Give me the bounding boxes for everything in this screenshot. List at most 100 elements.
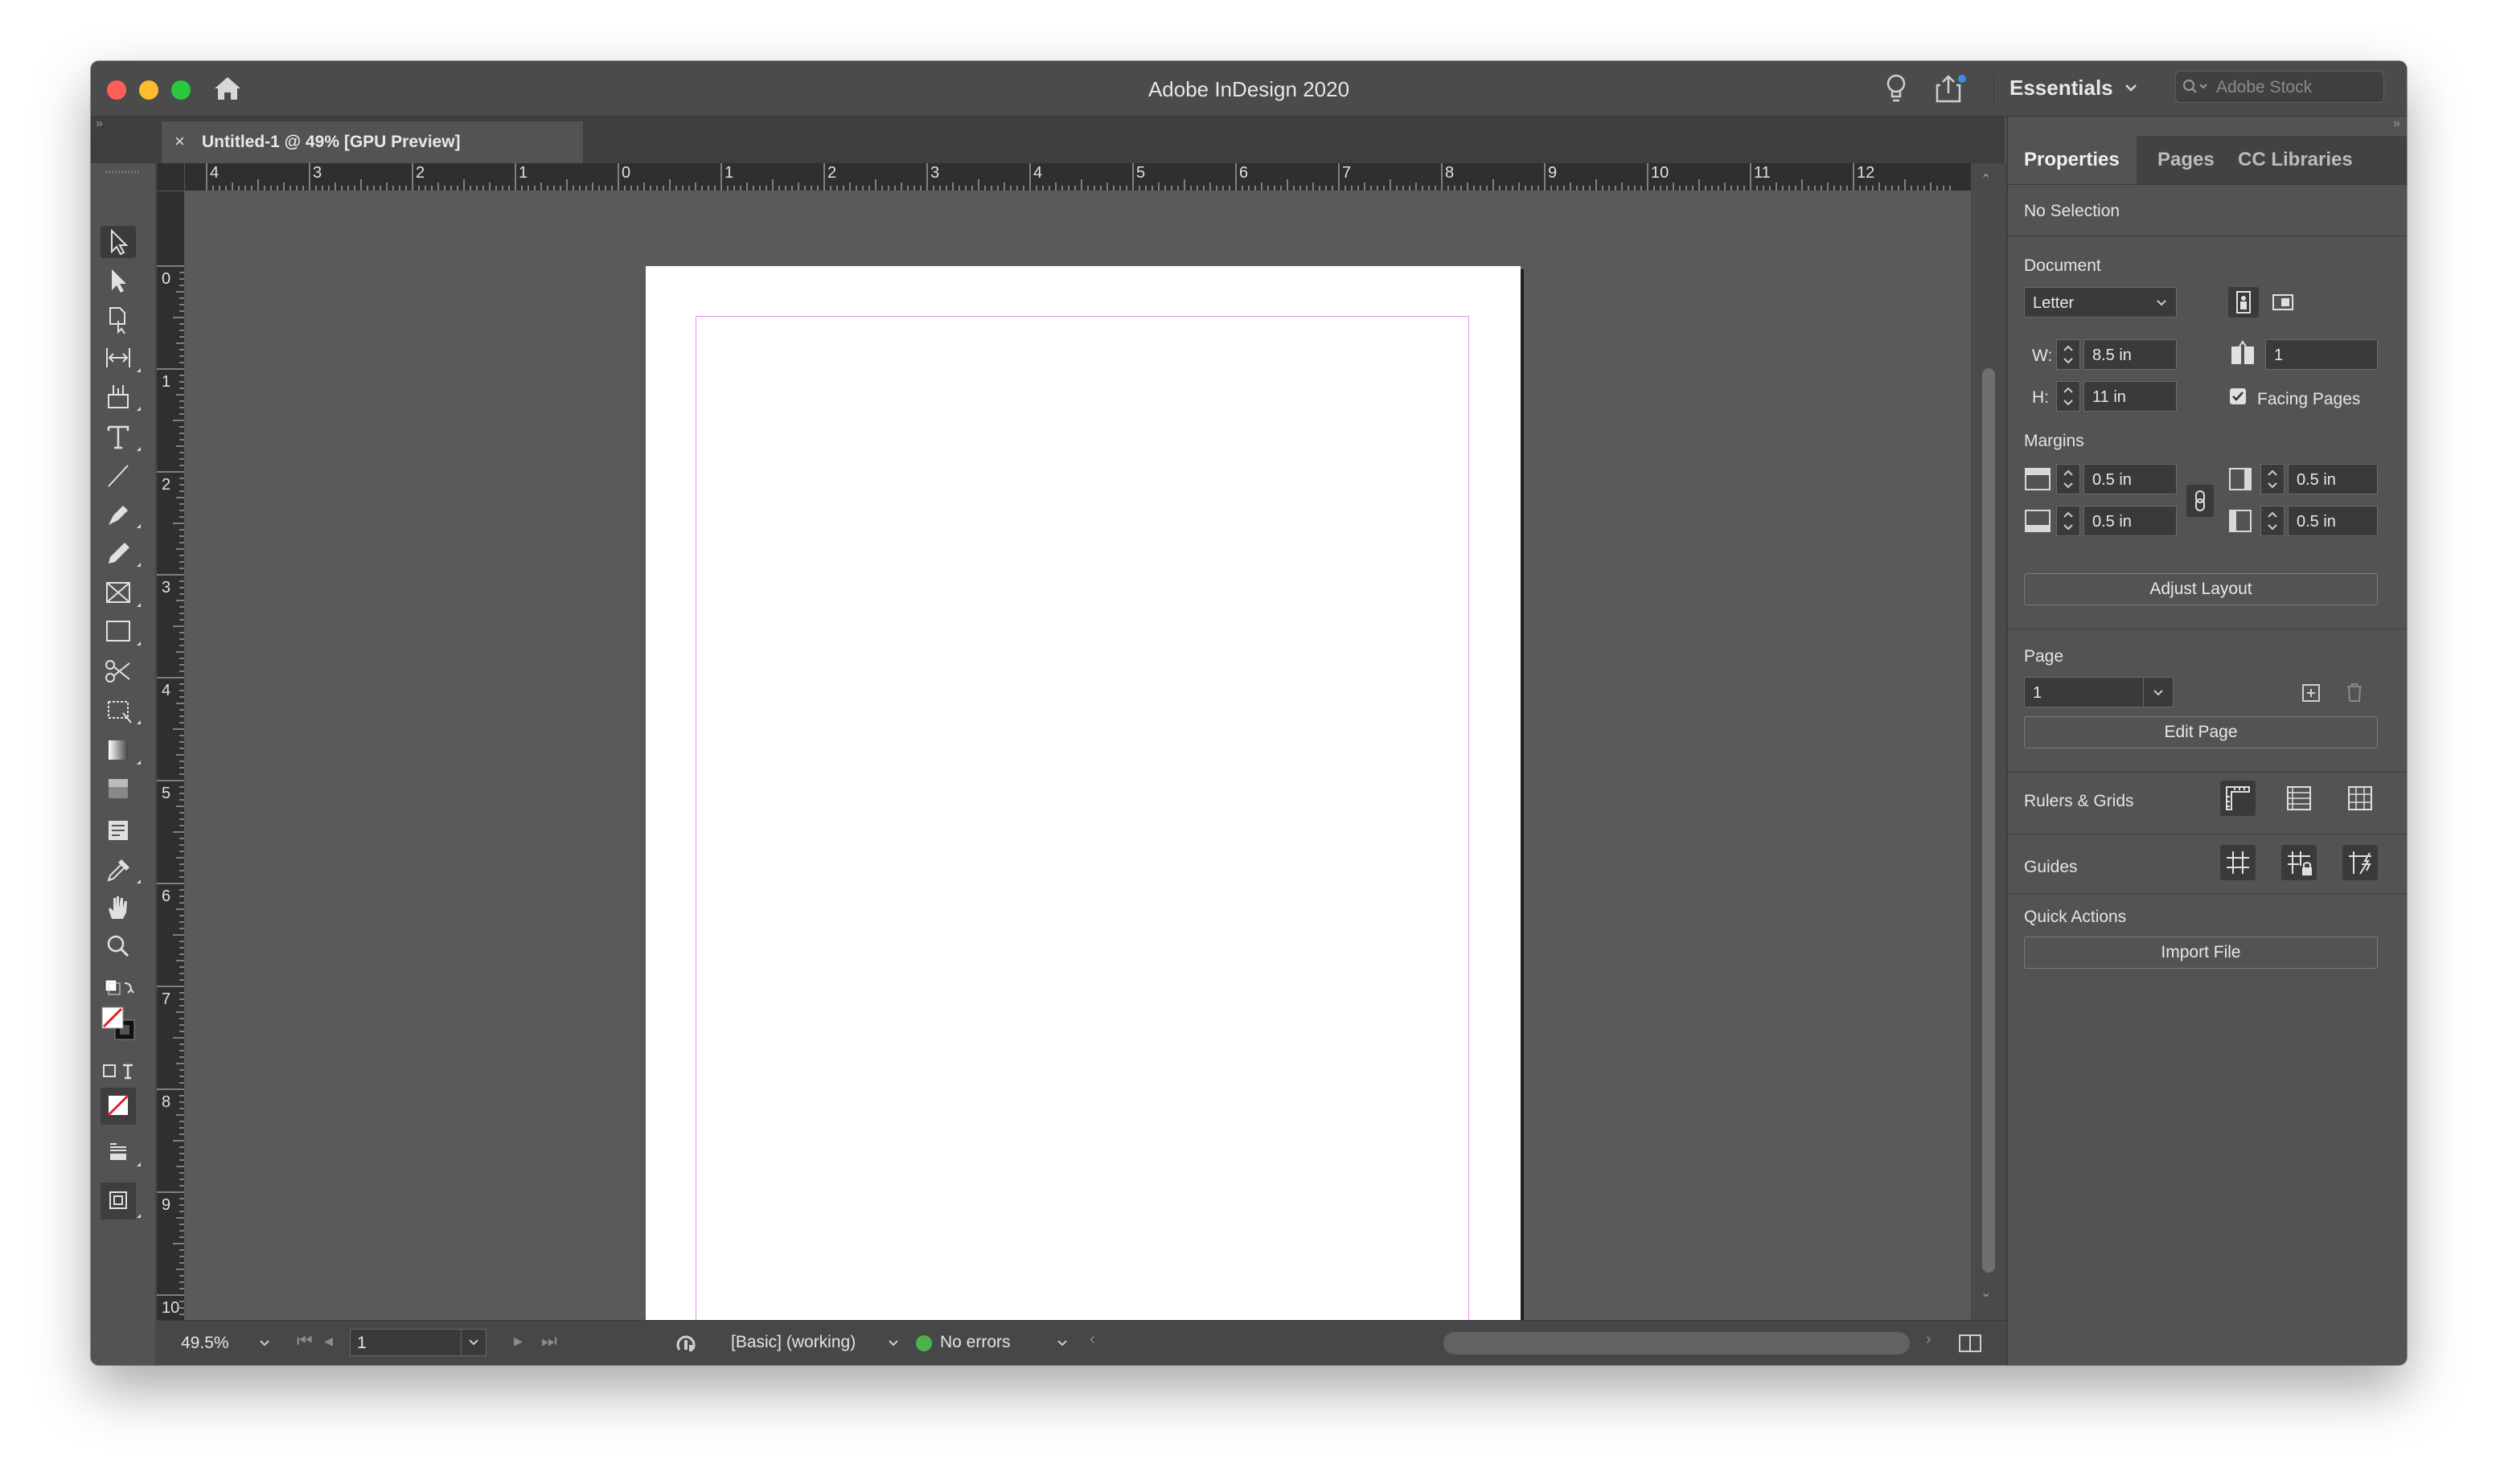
edit-page-button[interactable]: Edit Page [2024, 716, 2378, 748]
fill-stroke-swatch[interactable] [101, 1004, 136, 1049]
link-margins-icon[interactable] [2186, 485, 2214, 517]
landscape-orientation-icon[interactable] [2267, 287, 2297, 318]
last-page-icon[interactable]: ⏭ [541, 1330, 557, 1351]
document-preset-select[interactable]: Letter [2024, 287, 2177, 318]
add-page-icon[interactable] [2301, 683, 2322, 703]
collapse-panel-icon[interactable]: » [2393, 117, 2400, 131]
margin-top-stepper[interactable] [2056, 464, 2080, 494]
gradient-feather-tool[interactable] [101, 773, 136, 805]
lightbulb-icon[interactable] [1882, 72, 1910, 105]
page-count-value: 1 [2274, 346, 2284, 364]
collapse-tools-icon[interactable]: » [96, 117, 103, 131]
rectangle-frame-tool[interactable] [101, 576, 141, 609]
formatting-affects-icon[interactable] [101, 1060, 136, 1083]
line-tool[interactable] [101, 459, 136, 491]
margin-outside-field[interactable]: 0.5 in [2288, 506, 2378, 536]
page-number-field[interactable]: 1 [350, 1329, 486, 1356]
scissors-tool[interactable] [101, 655, 136, 687]
page-tool[interactable] [101, 303, 136, 335]
adjust-layout-button[interactable]: Adjust Layout [2024, 573, 2378, 605]
smart-guides-icon[interactable] [2342, 845, 2378, 880]
height-field[interactable]: 11 in [2083, 381, 2177, 412]
height-stepper[interactable] [2056, 381, 2080, 412]
note-tool[interactable] [101, 814, 136, 847]
ruler-icon[interactable] [2220, 781, 2256, 816]
baseline-grid-icon[interactable] [2281, 781, 2317, 816]
margin-bottom-stepper[interactable] [2056, 506, 2080, 536]
preflight-errors[interactable]: No errors [940, 1333, 1011, 1352]
preflight-profile[interactable]: [Basic] (working) [731, 1333, 856, 1352]
facing-pages-checkbox[interactable] [2230, 388, 2246, 404]
width-stepper[interactable] [2056, 339, 2080, 370]
document-grid-icon[interactable] [2342, 781, 2378, 816]
page-select[interactable]: 1 [2024, 677, 2174, 707]
margin-outside-stepper[interactable] [2260, 506, 2285, 536]
split-window-icon[interactable] [1958, 1332, 1982, 1355]
import-file-button[interactable]: Import File [2024, 937, 2378, 969]
ruler-origin-corner[interactable] [157, 163, 185, 191]
tab-pages[interactable]: Pages [2157, 149, 2215, 171]
tab-cc-libraries[interactable]: CC Libraries [2238, 149, 2353, 171]
screen-mode-icon[interactable] [101, 1136, 141, 1168]
section-divider [2008, 771, 2407, 773]
tab-properties[interactable]: Properties [2024, 149, 2120, 171]
margin-top-value: 0.5 in [2092, 471, 2132, 489]
margin-inside-stepper[interactable] [2260, 464, 2285, 494]
zoom-level[interactable]: 49.5% [181, 1334, 229, 1353]
previous-page-icon[interactable]: ◂ [324, 1330, 333, 1351]
workspace-switcher[interactable]: Essentials [2010, 76, 2113, 100]
eyedropper-tool[interactable] [101, 853, 141, 885]
pasteboard[interactable] [184, 191, 1971, 1320]
direct-selection-tool[interactable] [101, 264, 136, 297]
adobe-stock-search-input[interactable]: Adobe Stock [2175, 71, 2384, 103]
rectangle-tool[interactable] [101, 615, 141, 647]
share-icon[interactable] [1932, 72, 1968, 105]
document-tab[interactable]: × Untitled-1 @ 49% [GPU Preview] [162, 121, 583, 163]
type-tool[interactable] [101, 420, 141, 453]
errors-dropdown-icon[interactable] [1056, 1338, 1069, 1348]
margin-inside-field[interactable]: 0.5 in [2288, 464, 2378, 494]
scroll-left-icon[interactable]: ‹ [1090, 1330, 1095, 1349]
scroll-right-icon[interactable]: › [1926, 1330, 1932, 1349]
preflight-icon[interactable] [673, 1330, 699, 1356]
scroll-down-icon[interactable]: ⌄ [1981, 1285, 1991, 1301]
apply-none-swatch[interactable] [101, 1088, 136, 1125]
tab-close-button[interactable]: × [174, 131, 185, 152]
gap-tool[interactable] [101, 342, 141, 374]
next-page-icon[interactable]: ▸ [514, 1330, 523, 1351]
margin-bottom-icon [2024, 507, 2051, 535]
zoom-tool[interactable] [101, 930, 136, 962]
gradient-swatch-tool[interactable] [101, 734, 141, 766]
document-page[interactable] [646, 266, 1521, 1320]
vertical-scrollbar[interactable]: ⌃ ⌄ [1971, 163, 2006, 1320]
first-page-icon[interactable]: ⏮ [297, 1330, 313, 1351]
pen-tool[interactable] [101, 498, 141, 530]
section-divider [2008, 236, 2407, 237]
hand-tool[interactable] [101, 892, 136, 924]
pencil-tool[interactable] [101, 536, 141, 568]
portrait-orientation-icon[interactable] [2228, 287, 2259, 318]
horizontal-ruler[interactable]: 4 3 2 1 0 1 2 3 4 5 6 7 8 9 10 11 12 [157, 163, 1971, 191]
scroll-up-icon[interactable]: ⌃ [1981, 171, 1991, 187]
delete-page-icon[interactable] [2344, 681, 2365, 703]
vertical-ruler[interactable]: 0123456789101 [157, 191, 184, 1320]
profile-dropdown-icon[interactable] [887, 1338, 900, 1348]
view-mode-icon[interactable] [101, 1183, 141, 1220]
content-collector-tool[interactable] [101, 380, 141, 412]
margin-top-field[interactable]: 0.5 in [2083, 464, 2177, 494]
zoom-dropdown-icon[interactable] [258, 1338, 271, 1348]
vertical-scroll-thumb[interactable] [1982, 368, 1995, 1273]
page-count-field[interactable]: 1 [2265, 339, 2378, 370]
chevron-down-icon[interactable] [2124, 82, 2138, 93]
show-guides-icon[interactable] [2220, 845, 2256, 880]
horizontal-scroll-thumb[interactable] [1443, 1332, 1910, 1355]
default-fill-stroke-icon[interactable] [101, 977, 136, 999]
lock-guides-icon[interactable] [2281, 845, 2317, 880]
width-field[interactable]: 8.5 in [2083, 339, 2177, 370]
selection-tool[interactable] [101, 226, 136, 258]
properties-panel: » Properties Pages CC Libraries No Selec… [2006, 117, 2407, 1365]
search-placeholder: Adobe Stock [2216, 78, 2313, 96]
page-dropdown-icon[interactable] [467, 1338, 480, 1347]
free-transform-tool[interactable] [101, 694, 141, 726]
margin-bottom-field[interactable]: 0.5 in [2083, 506, 2177, 536]
